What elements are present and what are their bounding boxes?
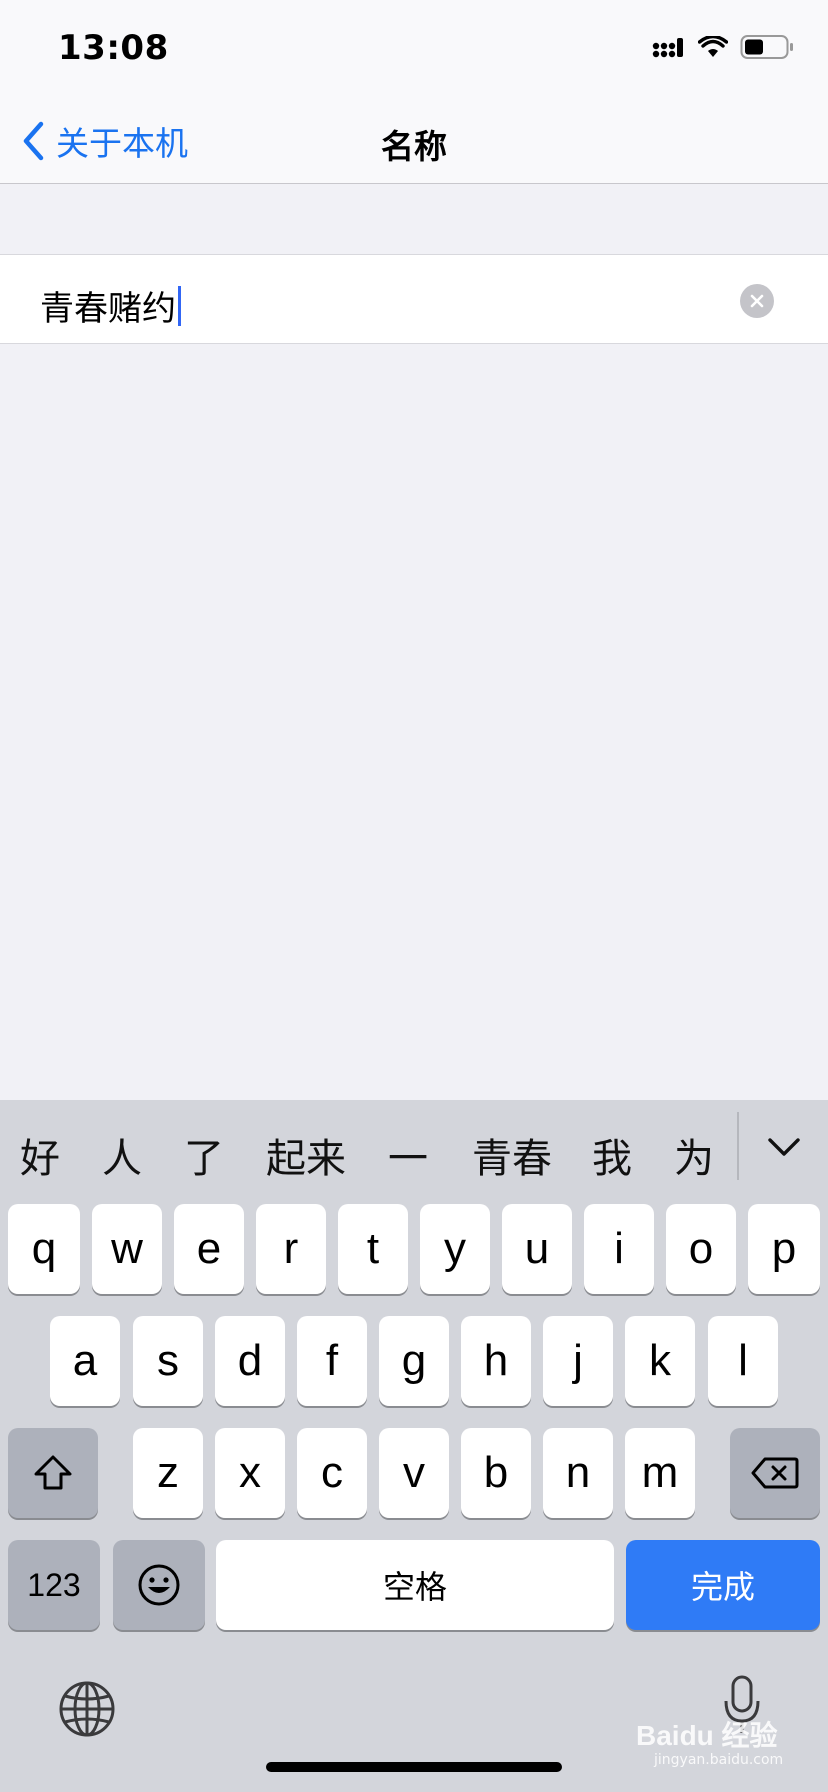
candidate-item[interactable]: 好 [20,1126,60,1184]
candidate-item[interactable]: 一 [388,1126,428,1184]
backspace-icon [751,1457,799,1489]
candidate-item[interactable]: 了 [184,1126,224,1184]
key-y[interactable]: y [420,1204,490,1294]
emoji-icon [138,1564,180,1606]
key-z[interactable]: z [133,1428,203,1518]
shift-key[interactable] [8,1428,98,1518]
key-l[interactable]: l [708,1316,778,1406]
name-input-value: 青春赌约 [40,289,176,329]
candidate-item[interactable]: 为 [674,1126,714,1184]
key-k[interactable]: k [625,1316,695,1406]
key-q[interactable]: q [8,1204,80,1294]
space-key[interactable]: 空格 [216,1540,614,1630]
key-r[interactable]: r [256,1204,326,1294]
wifi-icon [698,36,728,57]
key-u[interactable]: u [502,1204,572,1294]
candidate-item[interactable]: 起来 [266,1126,346,1184]
key-e[interactable]: e [174,1204,244,1294]
numbers-key[interactable]: 123 [8,1540,100,1630]
candidate-divider [737,1112,739,1180]
keyboard: 好 人 了 起来 一 青春 我 为 q w e r t y u i o p a … [0,1100,828,1792]
key-x[interactable]: x [215,1428,285,1518]
watermark: Baidu 经验 [636,1720,778,1751]
emoji-key[interactable] [113,1540,205,1630]
key-g[interactable]: g [379,1316,449,1406]
shift-icon [34,1455,72,1490]
key-m[interactable]: m [625,1428,695,1518]
key-j[interactable]: j [543,1316,613,1406]
key-p[interactable]: p [748,1204,820,1294]
watermark-url: jingyan.baidu.com [654,1752,784,1768]
key-f[interactable]: f [297,1316,367,1406]
key-o[interactable]: o [666,1204,736,1294]
key-b[interactable]: b [461,1428,531,1518]
page-title: 名称 [381,127,447,166]
navigation-bar: 关于本机 名称 [0,100,828,184]
candidate-item[interactable]: 人 [102,1126,142,1184]
globe-icon[interactable] [58,1680,116,1738]
text-caret [178,285,181,326]
key-t[interactable]: t [338,1204,408,1294]
key-d[interactable]: d [215,1316,285,1406]
candidate-bar: 好 人 了 起来 一 青春 我 为 [0,1100,828,1200]
candidate-item[interactable]: 青春 [472,1126,552,1184]
chevron-down-icon[interactable] [762,1126,806,1170]
key-i[interactable]: i [584,1204,654,1294]
clear-text-button[interactable] [740,284,774,318]
close-icon [750,294,764,308]
key-v[interactable]: v [379,1428,449,1518]
key-c[interactable]: c [297,1428,367,1518]
cellular-signal-icon [652,38,683,58]
delete-key[interactable] [730,1428,820,1518]
status-bar: 13:08 [0,0,828,100]
status-time: 13:08 [58,28,169,68]
name-input-value-wrap: 青春赌约 [40,281,181,330]
candidate-item[interactable]: 我 [592,1126,632,1184]
key-n[interactable]: n [543,1428,613,1518]
done-key[interactable]: 完成 [626,1540,820,1630]
name-input[interactable]: 青春赌约 [0,254,828,344]
home-indicator[interactable] [266,1762,562,1772]
key-w[interactable]: w [92,1204,162,1294]
battery-icon [740,35,793,59]
status-icons [652,34,794,60]
key-a[interactable]: a [50,1316,120,1406]
key-h[interactable]: h [461,1316,531,1406]
key-s[interactable]: s [133,1316,203,1406]
